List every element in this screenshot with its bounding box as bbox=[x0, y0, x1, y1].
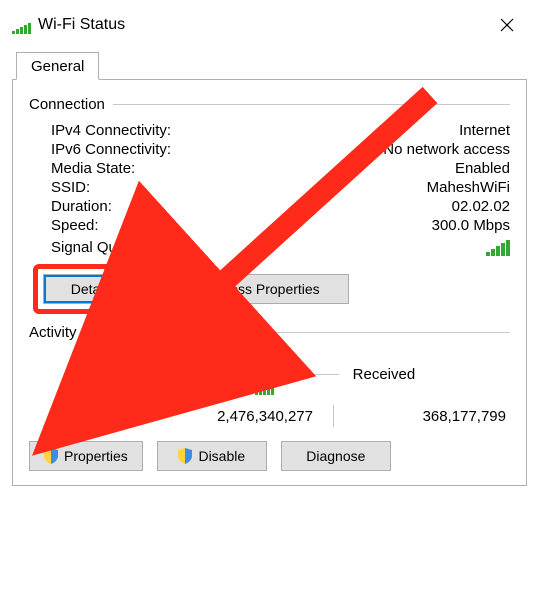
ssid-label: SSID: bbox=[51, 179, 90, 196]
ipv4-label: IPv4 Connectivity: bbox=[51, 122, 171, 139]
ssid-value: MaheshWiFi bbox=[427, 179, 510, 196]
disable-button-label: Disable bbox=[198, 448, 245, 464]
received-label: Received bbox=[353, 366, 416, 383]
properties-button[interactable]: Properties bbox=[29, 441, 143, 471]
bytes-received-value: 368,177,799 bbox=[334, 408, 510, 425]
ipv4-value: Internet bbox=[459, 122, 510, 139]
diagnose-button[interactable]: Diagnose bbox=[281, 441, 391, 471]
ipv6-label: IPv6 Connectivity: bbox=[51, 141, 171, 158]
row-signal: Signal Quality: bbox=[29, 235, 510, 264]
disable-button[interactable]: Disable bbox=[157, 441, 267, 471]
wireless-properties-button[interactable]: Wireless Properties bbox=[169, 274, 349, 304]
speed-value: 300.0 Mbps bbox=[432, 217, 510, 234]
row-duration: Duration: 02.02.02 bbox=[29, 197, 510, 216]
divider bbox=[169, 374, 209, 375]
titlebar: Wi-Fi Status bbox=[0, 0, 539, 40]
bottom-button-row: Properties Disable Diagnose bbox=[29, 441, 510, 471]
close-icon bbox=[500, 18, 514, 32]
row-ipv4: IPv4 Connectivity: Internet bbox=[29, 121, 510, 140]
details-button[interactable]: Details... bbox=[43, 274, 153, 304]
divider bbox=[299, 374, 339, 375]
window-title: Wi-Fi Status bbox=[38, 16, 125, 34]
tab-strip: General bbox=[12, 50, 527, 80]
divider bbox=[113, 104, 510, 105]
row-speed: Speed: 300.0 Mbps bbox=[29, 216, 510, 235]
wifi-signal-icon bbox=[12, 16, 30, 34]
bytes-label: Bytes: bbox=[51, 408, 141, 425]
connection-buttons: Details... Wireless Properties bbox=[29, 264, 510, 310]
activity-legend: Activity bbox=[29, 324, 77, 341]
sent-label: Sent bbox=[124, 366, 155, 383]
divider bbox=[85, 332, 510, 333]
speed-label: Speed: bbox=[51, 217, 99, 234]
bytes-row: Bytes: 2,476,340,277 368,177,799 bbox=[29, 399, 510, 427]
duration-value: 02.02.02 bbox=[452, 198, 510, 215]
shield-icon bbox=[178, 448, 192, 464]
media-value: Enabled bbox=[455, 160, 510, 177]
ipv6-value: No network access bbox=[383, 141, 510, 158]
duration-label: Duration: bbox=[51, 198, 112, 215]
signal-bars-icon bbox=[486, 240, 510, 256]
tab-panel-general: Connection IPv4 Connectivity: Internet I… bbox=[12, 80, 527, 486]
diagnose-button-label: Diagnose bbox=[306, 448, 365, 464]
signal-label: Signal Quality: bbox=[51, 239, 148, 256]
bytes-sent-value: 2,476,340,277 bbox=[141, 408, 333, 425]
row-media: Media State: Enabled bbox=[29, 159, 510, 178]
media-label: Media State: bbox=[51, 160, 135, 177]
shield-icon bbox=[44, 448, 58, 464]
tab-general[interactable]: General bbox=[16, 52, 99, 80]
connection-legend: Connection bbox=[29, 96, 105, 113]
connection-group: Connection IPv4 Connectivity: Internet I… bbox=[29, 96, 510, 310]
activity-graphic-row: Sent bbox=[29, 349, 510, 399]
properties-button-label: Properties bbox=[64, 448, 128, 464]
row-ssid: SSID: MaheshWiFi bbox=[29, 178, 510, 197]
close-button[interactable] bbox=[487, 10, 527, 40]
row-ipv6: IPv6 Connectivity: No network access bbox=[29, 140, 510, 159]
activity-group: Activity Sent bbox=[29, 324, 510, 427]
network-monitors-icon bbox=[223, 349, 285, 399]
